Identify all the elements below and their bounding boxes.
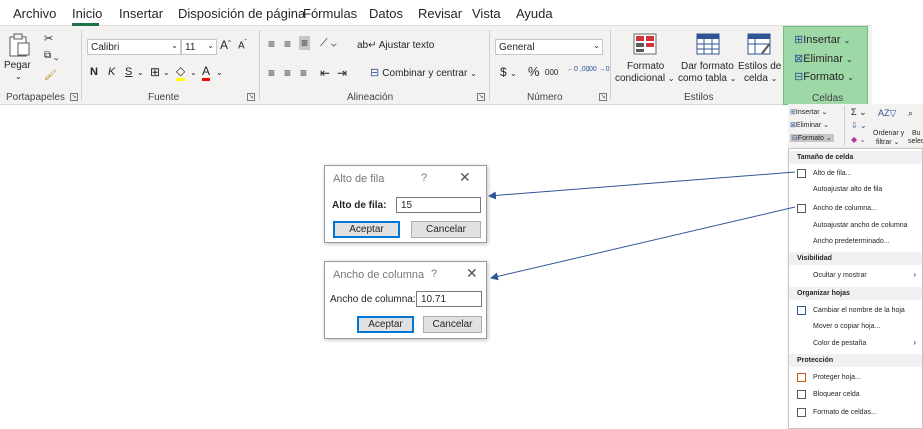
arrow-to-row-dialog (488, 171, 796, 200)
callout-arrows (488, 171, 796, 281)
arrow-to-col-dialog (490, 206, 796, 281)
